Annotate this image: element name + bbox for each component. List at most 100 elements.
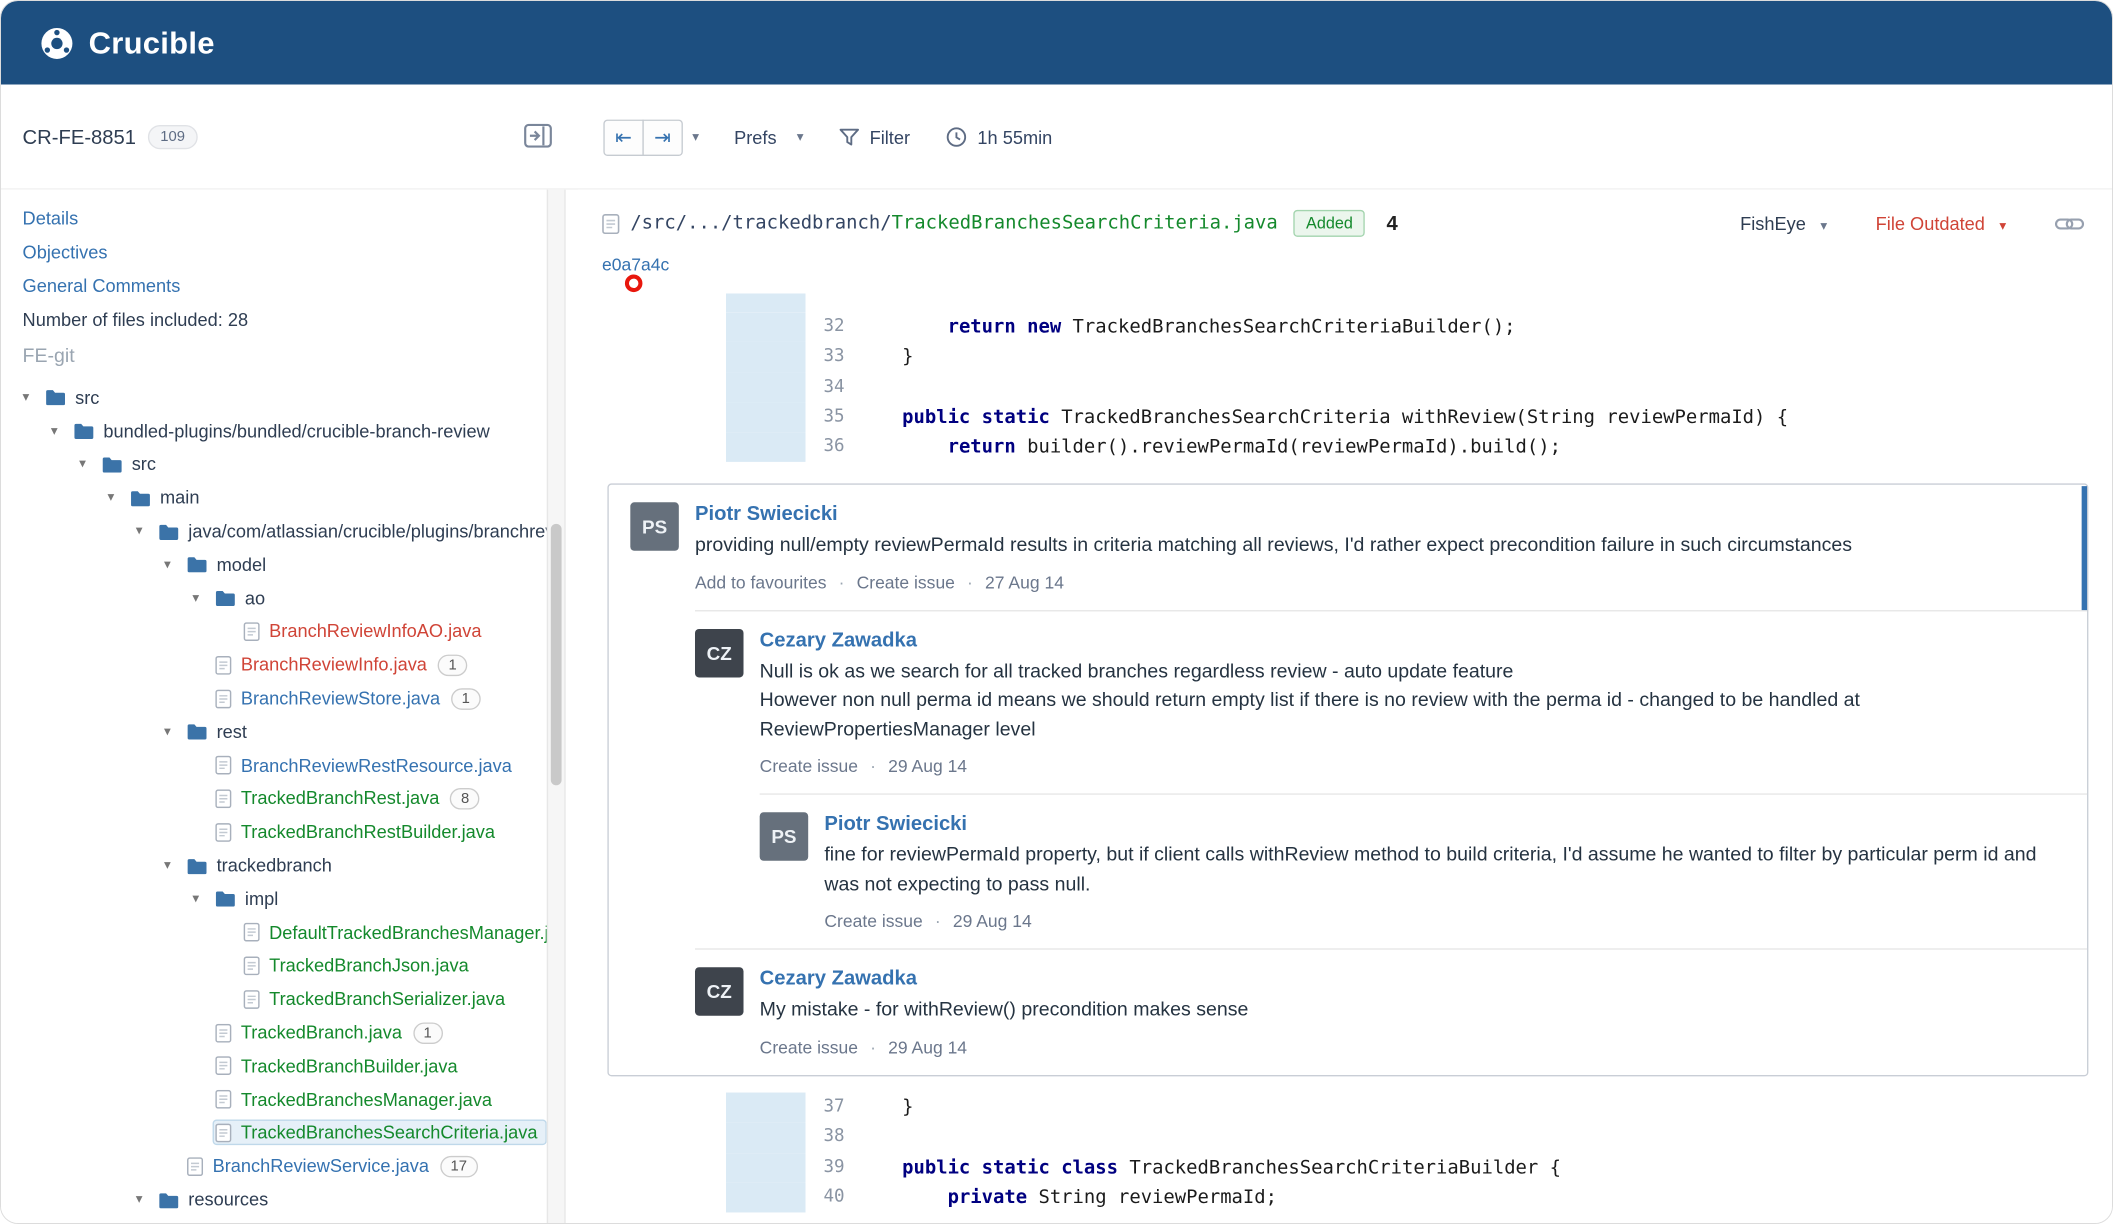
folder-icon bbox=[159, 1192, 179, 1208]
source-code: } bbox=[856, 1096, 914, 1119]
next-file-button[interactable]: ⇥ bbox=[642, 118, 683, 156]
tree-folder[interactable]: ▾ rest bbox=[23, 715, 547, 748]
tree-folder[interactable]: ▾ impl bbox=[23, 882, 547, 915]
comment-author[interactable]: Cezary Zawadka bbox=[760, 629, 2066, 652]
line-number[interactable]: 33 bbox=[805, 342, 856, 372]
tree-folder[interactable]: ▾ bundled-plugins/bundled/crucible-branch… bbox=[23, 414, 547, 447]
tree-file[interactable]: TrackedBranchSerializer.java bbox=[23, 982, 547, 1015]
line-number[interactable]: 40 bbox=[805, 1183, 856, 1213]
time-spent-label: 1h 55min bbox=[977, 126, 1053, 148]
crucible-logo[interactable]: Crucible bbox=[39, 25, 215, 61]
expand-caret-icon[interactable]: ▾ bbox=[79, 457, 99, 472]
tree-file[interactable]: TrackedBranchRest.java 8 bbox=[23, 782, 547, 815]
avatar[interactable]: CZ bbox=[694, 628, 744, 678]
file-nav-dropdown-caret-icon[interactable]: ▾ bbox=[692, 130, 699, 145]
file-comment-count: 4 bbox=[1386, 211, 1398, 235]
tree-folder[interactable]: ▾ src bbox=[23, 381, 547, 414]
file-tree: ▾ src ▾ bundled-plugins/bundled/crucible-br… bbox=[23, 381, 547, 1216]
expand-caret-icon[interactable]: ▾ bbox=[192, 892, 212, 907]
tree-folder[interactable]: ▾ java/com/atlassian/crucible/plugins/bra… bbox=[23, 515, 547, 548]
line-number[interactable]: 36 bbox=[805, 432, 856, 462]
tree-folder[interactable]: ▾ model bbox=[23, 548, 547, 581]
tree-file[interactable]: BranchReviewService.java 17 bbox=[23, 1150, 547, 1183]
comment-text: Null is ok as we search for all tracked … bbox=[759, 661, 1514, 683]
permalink-icon[interactable] bbox=[2054, 215, 2085, 233]
tree-file[interactable]: BranchReviewInfoAO.java bbox=[23, 615, 547, 648]
expand-caret-icon[interactable]: ▾ bbox=[164, 557, 184, 572]
code-line: 36 return builder().reviewPermaId(review… bbox=[578, 432, 2112, 463]
tree-folder[interactable]: ▾ main bbox=[23, 481, 547, 514]
tree-file[interactable]: BranchReviewRestResource.java bbox=[23, 749, 547, 782]
expand-caret-icon[interactable]: ▾ bbox=[192, 591, 212, 606]
code-line: 34 bbox=[578, 372, 2112, 403]
comment-action-link[interactable]: Create issue bbox=[857, 572, 955, 592]
comment-author[interactable]: Piotr Swiecicki bbox=[695, 503, 2065, 526]
comment-action-link[interactable]: Add to favourites bbox=[695, 572, 826, 592]
tree-folder[interactable]: ▾ src bbox=[23, 448, 547, 481]
sidebar-scrollbar[interactable] bbox=[546, 189, 566, 1223]
tree-folder[interactable]: ▾ trackedbranch bbox=[23, 849, 547, 882]
tree-file[interactable]: TrackedBranchBuilder.java bbox=[23, 1049, 547, 1082]
tree-folder[interactable]: ▾ ao bbox=[23, 582, 547, 615]
tree-file[interactable]: BranchReviewStore.java 1 bbox=[23, 682, 547, 715]
expand-caret-icon[interactable]: ▾ bbox=[164, 724, 184, 739]
tree-file[interactable]: TrackedBranchJson.java bbox=[23, 949, 547, 982]
filter-button[interactable]: Filter bbox=[839, 127, 910, 147]
file-icon bbox=[215, 822, 232, 842]
expand-caret-icon[interactable]: ▾ bbox=[136, 1192, 156, 1207]
tree-file[interactable]: TrackedBranchesSearchCriteria.java bbox=[23, 1116, 547, 1149]
expand-caret-icon[interactable]: ▾ bbox=[51, 424, 71, 439]
tree-file[interactable]: BranchReviewInfo.java 1 bbox=[23, 648, 547, 681]
crucible-logo-icon bbox=[39, 25, 75, 61]
file-icon bbox=[187, 1156, 204, 1176]
tree-file[interactable]: TrackedBranch.java 1 bbox=[23, 1016, 547, 1049]
file-outdated-dropdown[interactable]: File Outdated ▾ bbox=[1876, 213, 2007, 233]
expand-caret-icon[interactable]: ▾ bbox=[23, 390, 43, 405]
gutter bbox=[578, 1093, 726, 1123]
prev-file-button[interactable]: ⇤ bbox=[603, 118, 644, 156]
file-icon bbox=[215, 655, 232, 675]
tree-item-label: TrackedBranchBuilder.java bbox=[240, 1055, 458, 1077]
sidebar-link-details[interactable]: Details bbox=[23, 209, 547, 229]
sidebar-link-general-comments[interactable]: General Comments bbox=[23, 276, 547, 296]
tree-file[interactable]: DefaultTrackedBranchesManager.java bbox=[23, 916, 547, 949]
review-count-badge: 109 bbox=[148, 124, 198, 150]
expand-caret-icon[interactable]: ▾ bbox=[136, 524, 156, 539]
code-line: 39 public static class TrackedBranchesSe… bbox=[578, 1152, 2112, 1183]
expand-caret-icon[interactable]: ▾ bbox=[164, 858, 184, 873]
line-number[interactable]: 38 bbox=[805, 1123, 856, 1153]
line-number[interactable]: 39 bbox=[805, 1153, 856, 1183]
comment-action-link[interactable]: Create issue bbox=[760, 756, 858, 776]
avatar[interactable]: PS bbox=[630, 502, 679, 552]
line-number[interactable]: 32 bbox=[805, 312, 856, 342]
expand-caret-icon[interactable]: ▾ bbox=[107, 491, 127, 506]
time-spent-button[interactable]: 1h 55min bbox=[945, 126, 1052, 148]
comment-author[interactable]: Piotr Swiecicki bbox=[824, 813, 2065, 836]
comment-actions: Create issue · 29 Aug 14 bbox=[760, 756, 2066, 776]
collapse-sidebar-icon[interactable] bbox=[524, 123, 552, 152]
tree-file[interactable]: TrackedBranchesManager.java bbox=[23, 1083, 547, 1116]
file-name: TrackedBranchesSearchCriteria.java bbox=[891, 212, 1278, 235]
line-number[interactable]: 37 bbox=[805, 1093, 856, 1123]
line-number[interactable]: 35 bbox=[805, 402, 856, 432]
file-icon bbox=[215, 1090, 232, 1109]
tree-file[interactable]: TrackedBranchRestBuilder.java bbox=[23, 815, 547, 848]
code-line: 38 bbox=[578, 1122, 2112, 1153]
comment-author[interactable]: Cezary Zawadka bbox=[760, 968, 2066, 991]
scrollbar-thumb[interactable] bbox=[550, 523, 562, 786]
sidebar-link-objectives[interactable]: Objectives bbox=[23, 242, 547, 262]
avatar[interactable]: PS bbox=[759, 812, 809, 862]
fisheye-dropdown[interactable]: FishEye ▾ bbox=[1740, 213, 1827, 233]
tree-item-label: TrackedBranchSerializer.java bbox=[269, 989, 506, 1010]
revision-link[interactable]: e0a7a4c bbox=[602, 254, 669, 274]
line-number[interactable]: 34 bbox=[805, 372, 856, 402]
comment-action-link[interactable]: Create issue bbox=[760, 1037, 858, 1057]
tree-folder[interactable]: ▾ resources bbox=[23, 1183, 547, 1216]
prefs-button[interactable]: Prefs ▾ bbox=[734, 127, 803, 147]
source-code: public static TrackedBranchesSearchCrite… bbox=[902, 406, 1789, 429]
added-line-gutter bbox=[725, 372, 806, 403]
avatar[interactable]: CZ bbox=[694, 967, 744, 1017]
comment-text: providing null/empty reviewPermaId resul… bbox=[694, 535, 1853, 557]
comment-action-link[interactable]: Create issue bbox=[824, 911, 922, 931]
added-line-gutter bbox=[725, 312, 806, 343]
